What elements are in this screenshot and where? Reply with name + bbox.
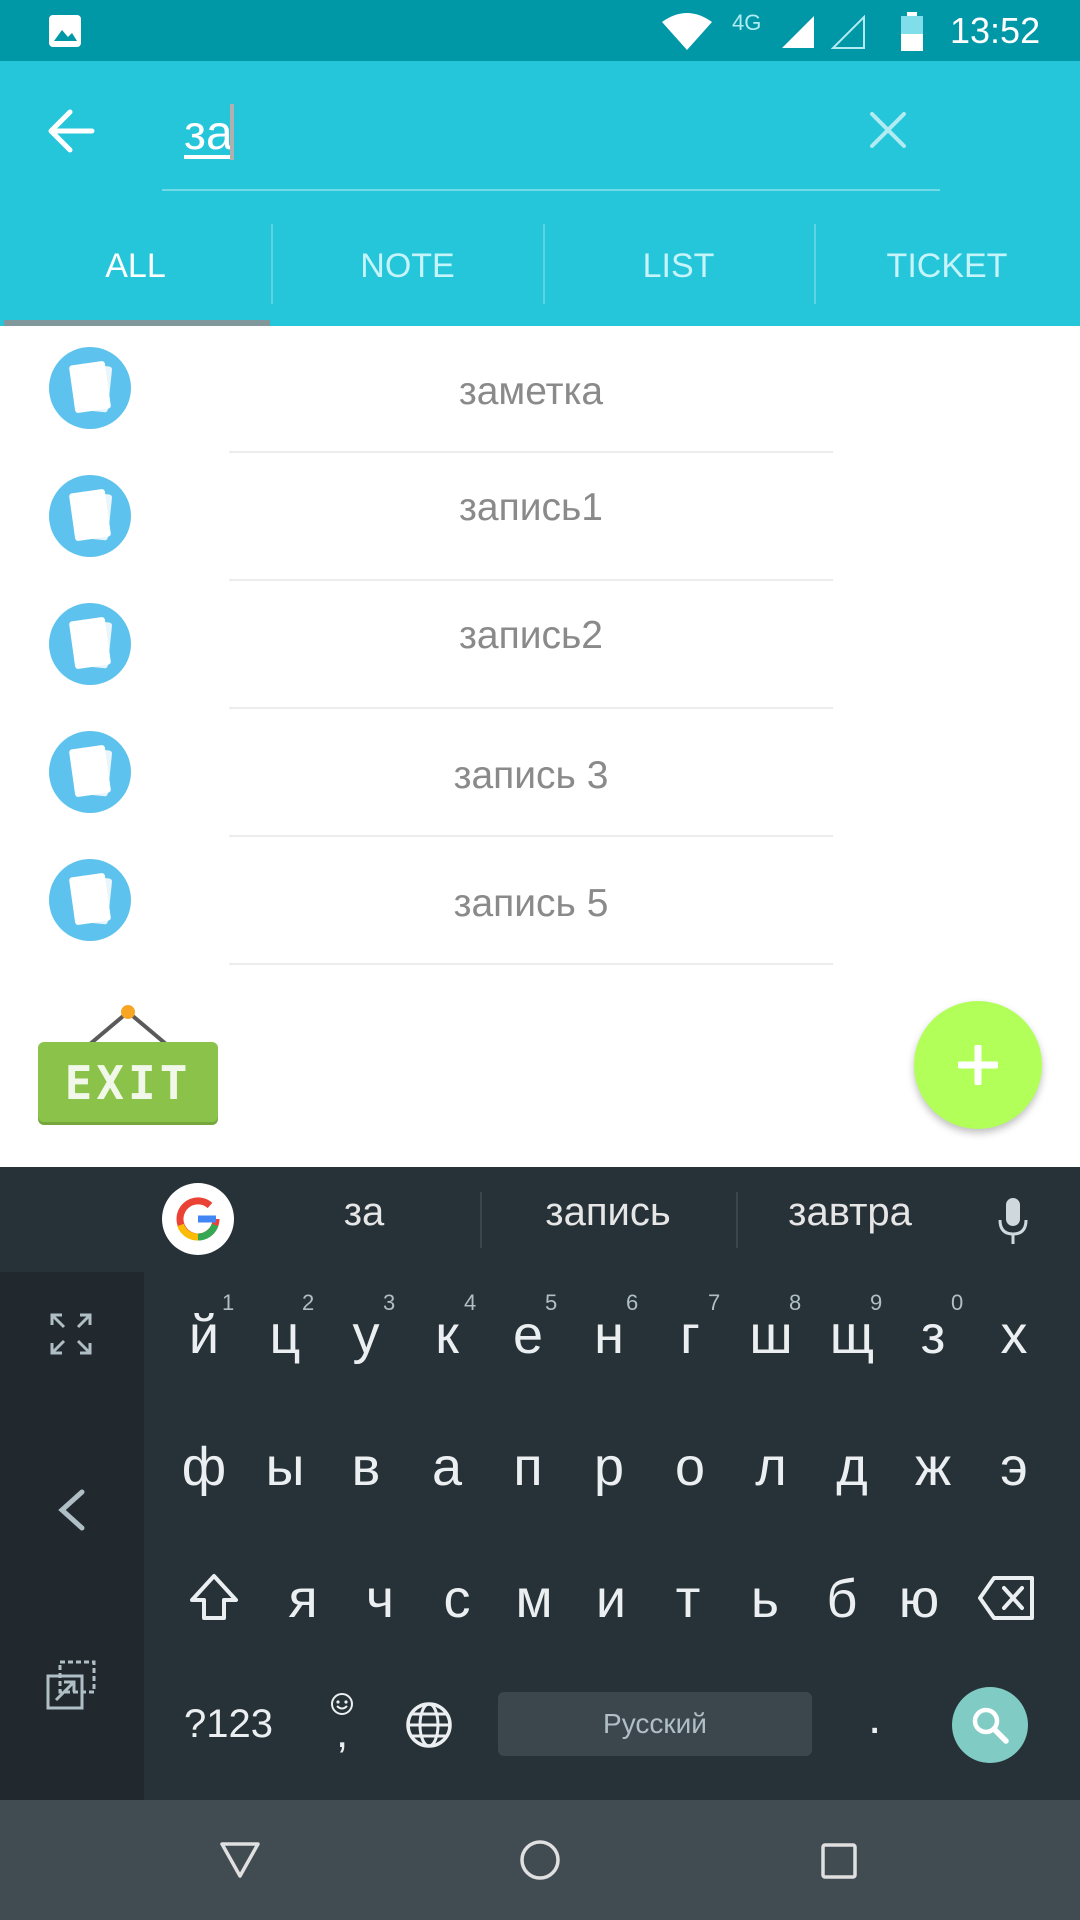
key-ю[interactable]: ю [879,1568,959,1630]
key-ф[interactable]: ф [164,1436,244,1498]
list-item-title: запись 3 [453,754,609,797]
key-л[interactable]: л [731,1436,811,1498]
list-item[interactable]: запись 5 [0,838,1080,966]
space-key[interactable]: Русский [498,1692,812,1756]
key-н[interactable]: н [569,1304,649,1366]
close-icon[interactable] [868,110,908,150]
arrow-left-icon[interactable] [46,108,96,154]
network-type-label: 4G [732,10,762,35]
suggestion-divider [736,1192,738,1248]
key-з[interactable]: з [893,1304,973,1366]
text-caret [230,104,234,160]
key-с[interactable]: с [417,1568,497,1630]
note-icon [49,347,131,429]
key-м[interactable]: м [494,1568,574,1630]
key-я[interactable]: я [263,1568,343,1630]
search-underline [162,189,940,191]
tab-all[interactable]: ALL [0,230,271,326]
key-а[interactable]: а [407,1436,487,1498]
google-g-icon [176,1197,220,1241]
add-note-button[interactable] [914,1001,1042,1129]
recents-square-icon[interactable] [820,1842,858,1880]
tab-list[interactable]: LIST [543,230,814,326]
home-circle-icon[interactable] [518,1838,562,1882]
key-п[interactable]: п [488,1436,568,1498]
backspace-icon[interactable] [978,1576,1036,1620]
divider [229,963,833,965]
key-у[interactable]: у [326,1304,406,1366]
status-bar: 4G 13:52 [0,0,1080,61]
list-item-title: заметка [458,370,604,413]
space-key-label: Русский [603,1708,707,1739]
key-д[interactable]: д [812,1436,892,1498]
signal-icon [782,16,814,48]
key-ш[interactable]: ш [731,1304,811,1366]
hanging-string-icon [88,1005,168,1046]
key-ч[interactable]: ч [340,1568,420,1630]
list-item-title: запись2 [459,614,603,657]
key-щ[interactable]: щ [812,1304,892,1366]
exit-sign-board: EXIT [38,1042,218,1122]
fullscreen-icon[interactable] [50,1313,92,1355]
key-е[interactable]: е [488,1304,568,1366]
list-item[interactable]: запись 3 [0,710,1080,838]
symbols-key[interactable]: ?123 [184,1702,273,1747]
microphone-icon[interactable] [996,1196,1030,1246]
suggestion-divider [480,1192,482,1248]
chevron-left-icon[interactable] [56,1488,86,1532]
tab-ticket[interactable]: TICKET [814,230,1080,326]
clipboard-resize-icon[interactable] [46,1660,98,1710]
key-о[interactable]: о [650,1436,730,1498]
key-т[interactable]: т [648,1568,728,1630]
key-э[interactable]: э [974,1436,1054,1498]
period-key[interactable]: . [868,1690,881,1745]
search-icon [972,1707,1009,1744]
suggestion-3[interactable]: завтра [756,1190,944,1235]
list-item[interactable]: запись1 [0,454,1080,582]
search-input[interactable]: за [184,106,233,161]
exit-label: EXIT [64,1056,192,1110]
shift-icon[interactable] [188,1572,240,1622]
divider [229,451,833,453]
key-и[interactable]: и [571,1568,651,1630]
suggestion-2[interactable]: запись [500,1190,716,1235]
note-icon [49,475,131,557]
note-icon [49,603,131,685]
exit-button[interactable]: EXIT [38,1004,218,1122]
suggestion-1[interactable]: за [284,1190,444,1235]
tab-note[interactable]: NOTE [272,230,543,326]
globe-icon[interactable] [404,1700,454,1750]
note-icon [49,859,131,941]
key-к[interactable]: к [407,1304,487,1366]
comma-label: , [336,1708,349,1757]
list-item-title: запись1 [459,486,603,529]
list-item-title: запись 5 [453,882,609,925]
note-icon [49,731,131,813]
key-г[interactable]: г [650,1304,730,1366]
key-б[interactable]: б [802,1568,882,1630]
google-logo[interactable] [162,1183,234,1255]
list-item[interactable]: запись2 [0,582,1080,710]
key-ь[interactable]: ь [725,1568,805,1630]
divider [229,707,833,709]
divider [229,579,833,581]
back-triangle-icon[interactable] [218,1840,262,1880]
key-х[interactable]: х [974,1304,1054,1366]
key-в[interactable]: в [326,1436,406,1498]
key-ц[interactable]: ц [245,1304,325,1366]
key-й[interactable]: й [164,1304,244,1366]
signal-empty-icon [830,14,865,49]
key-р[interactable]: р [569,1436,649,1498]
plus-icon [958,1045,998,1085]
battery-icon [901,12,923,51]
emoji-comma-key[interactable]: , [326,1690,360,1757]
wifi-icon [662,13,712,50]
key-ж[interactable]: ж [893,1436,973,1498]
list-item[interactable]: заметка [0,326,1080,454]
search-key[interactable] [952,1687,1028,1763]
key-ы[interactable]: ы [245,1436,325,1498]
clock: 13:52 [950,10,1041,51]
divider [229,835,833,837]
image-icon [49,15,81,47]
